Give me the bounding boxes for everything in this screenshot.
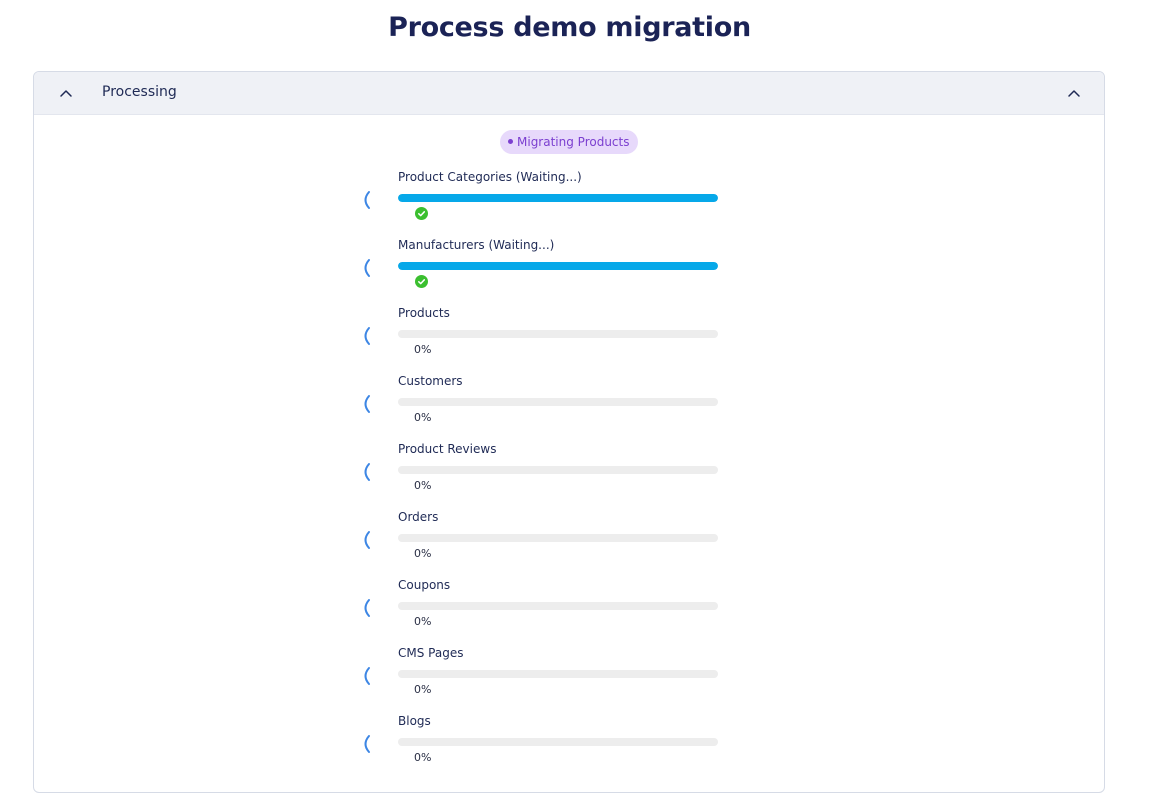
processing-panel: Processing Migrating Products Product Ca… (33, 71, 1105, 793)
migration-step: CMS Pages 0% (354, 646, 754, 714)
loading-spinner-icon (364, 259, 370, 277)
check-circle-icon (415, 275, 428, 288)
step-label: Blogs (398, 714, 431, 728)
loading-spinner-icon (364, 463, 370, 481)
step-label: Product Categories (Waiting...) (398, 170, 582, 184)
progress-bar-fill (398, 194, 718, 202)
migration-step: Manufacturers (Waiting...) (354, 238, 754, 306)
panel-title: Processing (102, 84, 177, 100)
loading-spinner-icon (364, 599, 370, 617)
status-badge: Migrating Products (500, 130, 639, 154)
step-label: Manufacturers (Waiting...) (398, 238, 555, 252)
progress-percent: 0% (414, 751, 432, 764)
migration-step: Coupons 0% (354, 578, 754, 646)
progress-percent: 0% (414, 615, 432, 628)
check-circle-icon (415, 207, 428, 220)
loading-spinner-icon (364, 395, 370, 413)
progress-bar (398, 670, 718, 678)
loading-spinner-icon (364, 191, 370, 209)
status-badge-label: Migrating Products (517, 135, 630, 149)
loading-spinner-icon (364, 667, 370, 685)
progress-bar (398, 466, 718, 474)
progress-percent: 0% (414, 343, 432, 356)
migration-step: Products 0% (354, 306, 754, 374)
step-label: CMS Pages (398, 646, 464, 660)
loading-spinner-icon (364, 531, 370, 549)
migration-step: Blogs 0% (354, 714, 754, 782)
collapse-chevron-icon[interactable] (1066, 85, 1082, 101)
progress-bar-fill (398, 262, 718, 270)
progress-percent: 0% (414, 411, 432, 424)
progress-bar (398, 398, 718, 406)
migration-step: Customers 0% (354, 374, 754, 442)
step-label: Orders (398, 510, 439, 524)
progress-bar (398, 602, 718, 610)
status-dot-icon (508, 139, 513, 144)
progress-percent: 0% (414, 479, 432, 492)
progress-bar (398, 330, 718, 338)
loading-spinner-icon (364, 327, 370, 345)
chevron-up-icon[interactable] (58, 85, 74, 101)
migration-step: Product Reviews 0% (354, 442, 754, 510)
progress-percent: 0% (414, 683, 432, 696)
page-title: Process demo migration (388, 12, 751, 43)
progress-bar (398, 262, 718, 270)
step-label: Products (398, 306, 450, 320)
step-label: Product Reviews (398, 442, 497, 456)
progress-bar (398, 534, 718, 542)
step-label: Coupons (398, 578, 451, 592)
migration-step: Orders 0% (354, 510, 754, 578)
progress-bar (398, 194, 718, 202)
migration-step: Product Categories (Waiting...) (354, 170, 754, 238)
progress-bar (398, 738, 718, 746)
progress-percent: 0% (414, 547, 432, 560)
loading-spinner-icon (364, 735, 370, 753)
step-label: Customers (398, 374, 463, 388)
panel-header-toggle[interactable]: Processing (34, 72, 1104, 115)
